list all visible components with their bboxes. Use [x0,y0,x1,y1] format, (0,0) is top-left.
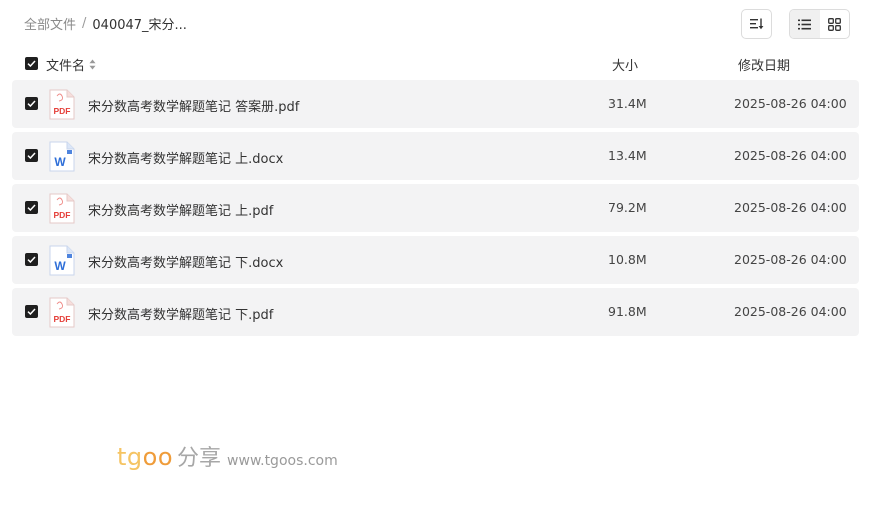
table-row[interactable]: PDF 宋分数高考数学解题笔记 上.pdf 79.2M 2025-08-26 0… [12,184,859,232]
table-row[interactable]: W 宋分数高考数学解题笔记 下.docx 10.8M 2025-08-26 04… [12,236,859,284]
pdf-file-icon: PDF [49,297,75,328]
top-bar: 全部文件 / 040047_宋分... [0,0,874,48]
table-header: 文件名 大小 修改日期 [12,50,859,78]
file-date: 2025-08-26 04:00 [734,200,847,215]
table-row[interactable]: W 宋分数高考数学解题笔记 上.docx 13.4M 2025-08-26 04… [12,132,859,180]
watermark-url: www.tgoos.com [227,453,338,469]
sort-icon [749,18,763,30]
row-checkbox[interactable] [25,149,38,162]
sort-button[interactable] [741,9,772,39]
file-date: 2025-08-26 04:00 [734,96,847,111]
file-size: 79.2M [608,200,647,215]
file-name[interactable]: 宋分数高考数学解题笔记 下.docx [88,252,283,271]
svg-text:PDF: PDF [54,314,71,324]
breadcrumb-separator: / [82,16,87,31]
name-column-label: 文件名 [46,59,86,74]
svg-text:PDF: PDF [54,210,71,220]
grid-view-button[interactable] [820,10,850,38]
table-row[interactable]: PDF 宋分数高考数学解题笔记 下.pdf 91.8M 2025-08-26 0… [12,288,859,336]
watermark-logo: tgoo [117,443,174,471]
row-checkbox[interactable] [25,253,38,266]
grid-view-icon [827,17,841,31]
checkmark-icon [27,60,36,67]
pdf-file-icon: PDF [49,89,75,120]
file-date: 2025-08-26 04:00 [734,304,847,319]
svg-text:W: W [54,155,66,169]
date-column-header[interactable]: 修改日期 [738,55,790,74]
svg-text:W: W [54,259,66,273]
file-size: 10.8M [608,252,647,267]
table-row[interactable]: PDF 宋分数高考数学解题笔记 答案册.pdf 31.4M 2025-08-26… [12,80,859,128]
pdf-file-icon: PDF [49,193,75,224]
word-file-icon: W [49,141,75,172]
checkmark-icon [27,204,36,211]
word-file-icon: W [49,245,75,276]
checkmark-icon [27,256,36,263]
list-view-button[interactable] [790,10,820,38]
checkmark-icon [27,308,36,315]
row-checkbox[interactable] [25,97,38,110]
file-size: 31.4M [608,96,647,111]
file-size: 13.4M [608,148,647,163]
row-checkbox[interactable] [25,305,38,318]
file-date: 2025-08-26 04:00 [734,252,847,267]
watermark: tgoo 分享 www.tgoos.com [117,440,338,472]
file-name[interactable]: 宋分数高考数学解题笔记 上.docx [88,148,283,167]
file-size: 91.8M [608,304,647,319]
row-checkbox[interactable] [25,201,38,214]
svg-text:PDF: PDF [54,106,71,116]
file-name[interactable]: 宋分数高考数学解题笔记 答案册.pdf [88,96,299,115]
view-toggle [789,9,850,39]
list-view-icon [798,19,812,29]
breadcrumb: 全部文件 / 040047_宋分... [24,14,187,33]
sort-arrows-icon [89,59,96,70]
select-all-checkbox[interactable] [25,57,38,70]
checkmark-icon [27,152,36,159]
name-column-header[interactable]: 文件名 [46,55,96,74]
file-list: PDF 宋分数高考数学解题笔记 答案册.pdf 31.4M 2025-08-26… [12,80,859,340]
checkmark-icon [27,100,36,107]
file-name[interactable]: 宋分数高考数学解题笔记 下.pdf [88,304,273,323]
size-column-header[interactable]: 大小 [612,55,638,74]
file-date: 2025-08-26 04:00 [734,148,847,163]
breadcrumb-current: 040047_宋分... [92,18,187,33]
breadcrumb-root-link[interactable]: 全部文件 [24,14,76,33]
watermark-chinese: 分享 [177,446,222,471]
file-name[interactable]: 宋分数高考数学解题笔记 上.pdf [88,200,273,219]
